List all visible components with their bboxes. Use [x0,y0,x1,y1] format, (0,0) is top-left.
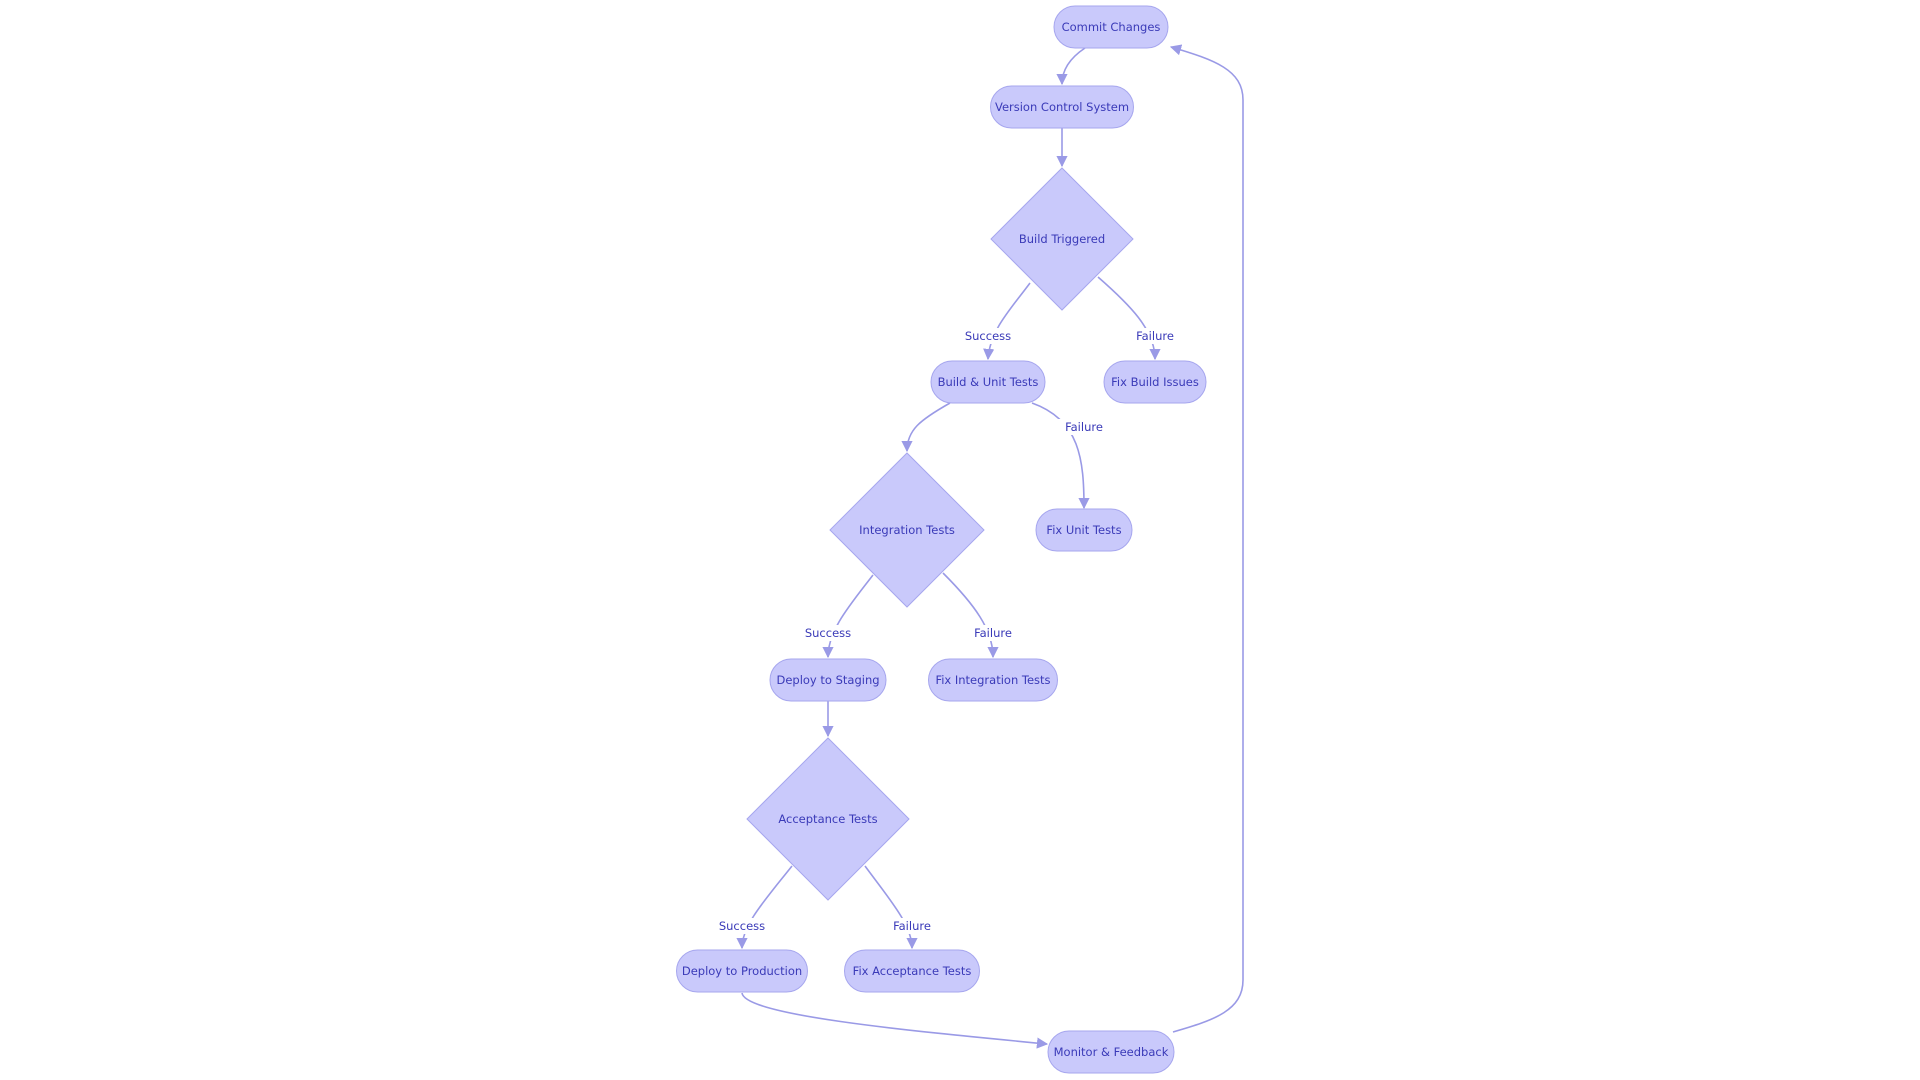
node-label: Build & Unit Tests [938,375,1039,389]
node-accept[interactable]: Acceptance Tests [746,737,910,901]
edge-unit-to-fixunit [1031,402,1090,510]
edge-label: Failure [1065,420,1103,434]
edge-accept-to-fixaccept [864,865,918,950]
node-fixaccept[interactable]: Fix Acceptance Tests [844,949,980,993]
edge-integ-to-fixinteg [942,572,999,659]
node-label: Monitor & Feedback [1054,1045,1169,1059]
node-label: Deploy to Production [682,964,802,978]
node-label: Fix Acceptance Tests [853,964,972,978]
node-fixunit[interactable]: Fix Unit Tests [1035,508,1133,552]
node-label: Fix Integration Tests [935,673,1050,687]
edge-build-to-fixbuild [1097,276,1161,361]
node-fixinteg[interactable]: Fix Integration Tests [928,658,1058,702]
edge-label: Failure [974,626,1012,640]
edge-unit-to-integ [901,402,951,453]
edge-label: Success [965,329,1011,343]
node-label: Commit Changes [1062,20,1161,34]
edge-label: Failure [1136,329,1174,343]
edge-commit-to-vcs [1056,47,1086,86]
edges-layer [736,44,1244,1049]
node-label: Integration Tests [859,523,955,537]
node-integ[interactable]: Integration Tests [829,452,985,608]
node-label: Fix Unit Tests [1046,523,1121,537]
edge-label: Failure [893,919,931,933]
edge-build-to-unit [983,282,1031,361]
node-label: Version Control System [995,100,1129,114]
node-vcs[interactable]: Version Control System [990,85,1134,129]
node-prod[interactable]: Deploy to Production [676,949,808,993]
node-commit[interactable]: Commit Changes [1053,5,1169,49]
node-staging[interactable]: Deploy to Staging [769,658,887,702]
edge-prod-to-monitor [741,992,1049,1049]
node-label: Build Triggered [1019,232,1105,246]
edge-monitor-to-commit [1169,44,1244,1033]
flowchart-diagram: Success Failure Failure Success Failure Succe… [676,5,1244,1074]
node-fixbuild[interactable]: Fix Build Issues [1103,360,1207,404]
edge-accept-to-prod [736,865,793,950]
node-label: Deploy to Staging [776,673,879,687]
node-label: Acceptance Tests [778,812,877,826]
edge-label: Success [805,626,851,640]
edge-label: Success [719,919,765,933]
node-monitor[interactable]: Monitor & Feedback [1047,1030,1175,1074]
edge-integ-to-staging [822,574,874,659]
node-label: Fix Build Issues [1111,375,1199,389]
node-unit[interactable]: Build & Unit Tests [930,360,1046,404]
